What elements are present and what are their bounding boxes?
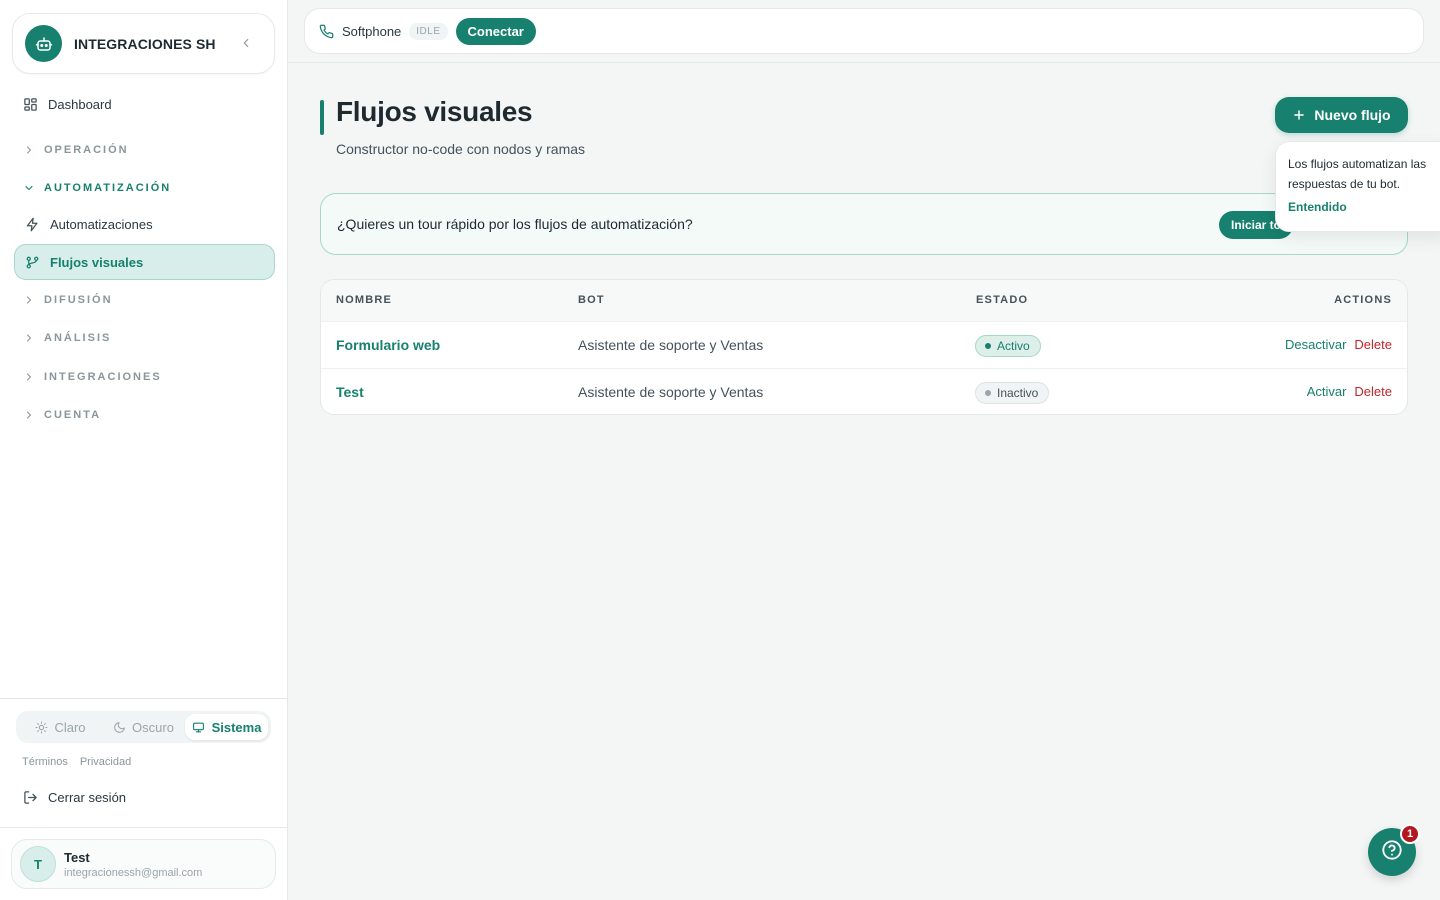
new-flow-button[interactable]: Nuevo flujo: [1275, 97, 1408, 133]
flow-name-link[interactable]: Test: [336, 384, 364, 400]
flow-name-link[interactable]: Formulario web: [336, 337, 440, 353]
theme-option-label: Sistema: [211, 719, 262, 735]
chevron-down-icon: [22, 181, 36, 195]
row-actions: Activar Delete: [1307, 384, 1392, 399]
sidebar-divider: [0, 827, 288, 828]
page-title: Flujos visuales: [336, 96, 533, 127]
tour-banner: ¿Quieres un tour rápido por los flujos d…: [320, 193, 1408, 255]
theme-option-label: Claro: [54, 719, 86, 735]
section-label: DIFUSIÓN: [44, 294, 113, 306]
brand-name: INTEGRACIONES SH: [74, 35, 216, 52]
section-cuenta[interactable]: CUENTA: [22, 405, 101, 425]
section-label: AUTOMATIZACIÓN: [44, 182, 172, 194]
section-difusion[interactable]: DIFUSIÓN: [22, 290, 113, 310]
table-header: NOMBRE BOT ESTADO ACTIONS: [321, 280, 1407, 322]
section-automatizacion[interactable]: AUTOMATIZACIÓN: [22, 178, 171, 198]
softphone-label: Softphone: [342, 23, 402, 39]
chevron-right-icon: [22, 293, 36, 307]
page-subtitle: Constructor no-code con nodos y ramas: [336, 141, 586, 157]
sidebar-divider: [0, 698, 288, 699]
user-name: Test: [64, 849, 90, 865]
status-badge: Activo: [975, 335, 1041, 357]
logout-button[interactable]: Cerrar sesión: [22, 786, 126, 808]
flow-bot: Asistente de soporte y Ventas: [578, 384, 764, 400]
new-flow-label: Nuevo flujo: [1314, 107, 1391, 123]
dashboard-grid-icon: [22, 96, 38, 112]
sun-icon: [34, 720, 48, 734]
sidebar-item-label: Automatizaciones: [50, 216, 153, 232]
sidebar-item-automatizaciones[interactable]: Automatizaciones: [14, 206, 275, 242]
column-header-bot: BOT: [578, 294, 605, 306]
section-label: OPERACIÓN: [44, 144, 129, 156]
theme-option-sistema[interactable]: Sistema: [185, 714, 268, 740]
chevron-right-icon: [22, 143, 36, 157]
section-analisis[interactable]: ANÁLISIS: [22, 328, 111, 348]
status-label: Inactivo: [997, 386, 1039, 400]
status-label: Activo: [997, 339, 1030, 353]
avatar: T: [20, 846, 56, 882]
chevron-right-icon: [22, 331, 36, 345]
section-label: INTEGRACIONES: [44, 371, 162, 383]
onboarding-popover: Los flujos automatizan las respuestas de…: [1275, 141, 1440, 232]
status-badge: Inactivo: [975, 382, 1050, 404]
user-email: integracionessh@gmail.com: [64, 866, 203, 879]
column-header-nombre: NOMBRE: [336, 294, 393, 306]
table-row: Formulario web Asistente de soporte y Ve…: [321, 322, 1407, 369]
chevron-right-icon: [22, 408, 36, 422]
status-dot: [985, 390, 991, 396]
activate-button[interactable]: Activar: [1307, 384, 1347, 399]
bot-icon: [25, 25, 62, 62]
column-header-actions: ACTIONS: [1334, 294, 1392, 306]
sidebar: INTEGRACIONES SH Dashboard OPERACIÓN AUT…: [0, 0, 288, 900]
section-label: ANÁLISIS: [44, 332, 112, 344]
notification-badge: 1: [1400, 824, 1420, 844]
privacy-link[interactable]: Privacidad: [80, 756, 131, 768]
legal-links: Términos Privacidad: [22, 756, 131, 768]
popover-dismiss-link[interactable]: Entendido: [1288, 200, 1440, 214]
user-card[interactable]: T Test integracionessh@gmail.com: [11, 839, 276, 889]
theme-option-claro[interactable]: Claro: [19, 714, 101, 740]
column-header-estado: ESTADO: [976, 294, 1029, 306]
chevron-left-icon[interactable]: [238, 35, 254, 51]
moon-icon: [112, 720, 126, 734]
theme-switch: Claro Oscuro Sistema: [16, 711, 271, 743]
zap-icon: [24, 216, 40, 232]
sidebar-item-label: Flujos visuales: [50, 254, 144, 270]
chevron-right-icon: [22, 370, 36, 384]
table-row: Test Asistente de soporte y Ventas Inact…: [321, 369, 1407, 414]
status-badge: IDLE: [409, 22, 448, 40]
help-circle-icon: [1381, 839, 1403, 866]
connect-button[interactable]: Conectar: [455, 17, 536, 45]
flows-table: NOMBRE BOT ESTADO ACTIONS Formulario web…: [320, 279, 1408, 415]
sidebar-item-dashboard[interactable]: Dashboard: [14, 86, 275, 122]
row-actions: Desactivar Delete: [1285, 337, 1392, 352]
popover-text: Los flujos automatizan las respuestas de…: [1288, 157, 1427, 191]
delete-button[interactable]: Delete: [1354, 337, 1392, 352]
logout-icon: [22, 789, 38, 805]
theme-option-label: Oscuro: [132, 719, 174, 735]
sidebar-item-label: Dashboard: [48, 96, 112, 112]
plus-icon: [1292, 108, 1306, 122]
title-accent-bar: [320, 100, 324, 135]
flow-bot: Asistente de soporte y Ventas: [578, 337, 764, 353]
section-operacion[interactable]: OPERACIÓN: [22, 140, 129, 160]
header-divider: [288, 62, 1440, 63]
monitor-icon: [192, 720, 206, 734]
delete-button[interactable]: Delete: [1354, 384, 1392, 399]
theme-option-oscuro[interactable]: Oscuro: [101, 714, 185, 740]
deactivate-button[interactable]: Desactivar: [1285, 337, 1346, 352]
softphone-bar: Softphone IDLE Conectar: [304, 8, 1424, 54]
terms-link[interactable]: Términos: [22, 756, 68, 768]
phone-icon: [318, 23, 334, 39]
section-label: CUENTA: [44, 409, 102, 421]
brand-card[interactable]: INTEGRACIONES SH: [12, 13, 275, 74]
sidebar-item-flujos-visuales[interactable]: Flujos visuales: [14, 244, 275, 280]
git-branch-icon: [24, 254, 40, 270]
status-dot: [985, 343, 991, 349]
logout-label: Cerrar sesión: [48, 789, 127, 805]
section-integraciones[interactable]: INTEGRACIONES: [22, 367, 162, 387]
tour-text: ¿Quieres un tour rápido por los flujos d…: [337, 216, 693, 232]
